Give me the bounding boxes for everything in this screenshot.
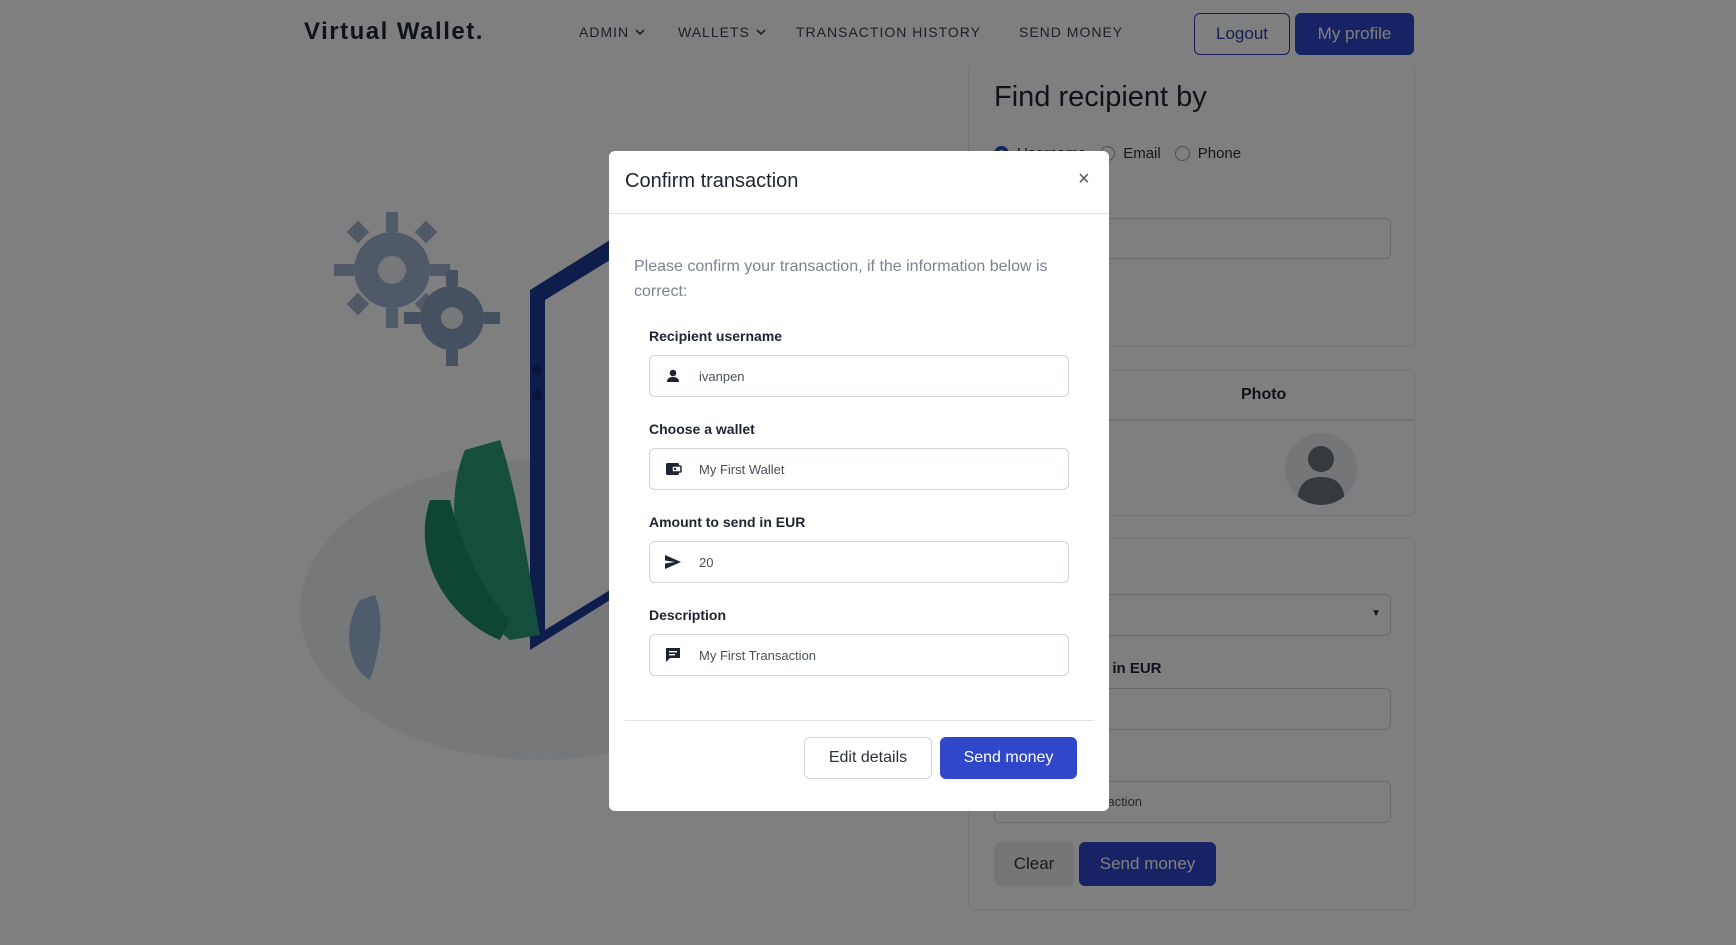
modal-header: Confirm transaction × [609,151,1109,214]
choose-wallet-label: Choose a wallet [649,421,755,437]
person-icon [667,369,679,382]
send-money-confirm-button[interactable]: Send money [940,737,1077,779]
description-value: My First Transaction [699,648,817,663]
recipient-username-label: Recipient username [649,328,783,344]
confirm-transaction-modal: Confirm transaction × Please confirm you… [609,151,1109,811]
send-icon [665,555,681,569]
recipient-username-value: ivanpen [699,369,745,384]
amount-label: Amount to send in EUR [649,514,806,530]
description-field[interactable]: My First Transaction [649,634,1069,676]
wallet-icon [666,463,682,475]
edit-details-button[interactable]: Edit details [804,737,932,779]
recipient-username-field[interactable]: ivanpen [649,355,1069,397]
close-icon[interactable]: × [1078,169,1090,189]
description-label: Description [649,607,727,623]
modal-intro-text: Please confirm your transaction, if the … [634,258,1048,300]
modal-title: Confirm transaction [625,170,799,192]
wallet-field[interactable]: My First Wallet [649,448,1069,490]
modal-footer-divider [625,720,1093,721]
amount-field[interactable]: 20 [649,541,1069,583]
amount-value: 20 [699,555,714,570]
message-icon [666,648,680,662]
wallet-value: My First Wallet [699,462,785,477]
